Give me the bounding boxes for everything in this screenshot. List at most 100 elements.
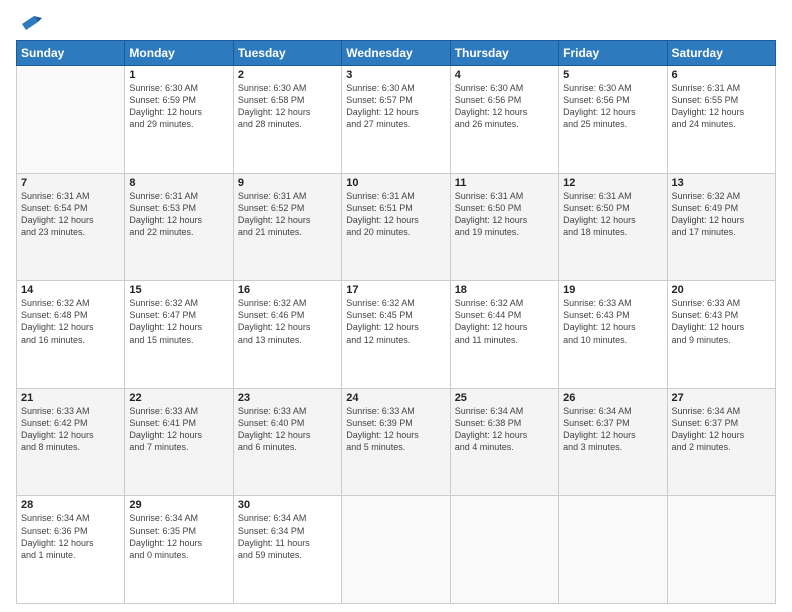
calendar-cell: 20Sunrise: 6:33 AM Sunset: 6:43 PM Dayli… — [667, 281, 775, 389]
calendar-cell: 8Sunrise: 6:31 AM Sunset: 6:53 PM Daylig… — [125, 173, 233, 281]
day-info: Sunrise: 6:34 AM Sunset: 6:38 PM Dayligh… — [455, 405, 554, 454]
logo-icon — [20, 12, 42, 34]
day-number: 11 — [455, 177, 554, 189]
calendar-cell — [667, 496, 775, 604]
calendar-cell: 14Sunrise: 6:32 AM Sunset: 6:48 PM Dayli… — [17, 281, 125, 389]
calendar-cell: 9Sunrise: 6:31 AM Sunset: 6:52 PM Daylig… — [233, 173, 341, 281]
day-info: Sunrise: 6:34 AM Sunset: 6:34 PM Dayligh… — [238, 512, 337, 561]
calendar-cell — [450, 496, 558, 604]
day-header-saturday: Saturday — [667, 41, 775, 66]
calendar-cell — [559, 496, 667, 604]
day-info: Sunrise: 6:31 AM Sunset: 6:50 PM Dayligh… — [563, 190, 662, 239]
calendar-cell: 23Sunrise: 6:33 AM Sunset: 6:40 PM Dayli… — [233, 388, 341, 496]
day-number: 4 — [455, 69, 554, 81]
day-info: Sunrise: 6:30 AM Sunset: 6:59 PM Dayligh… — [129, 82, 228, 131]
day-number: 22 — [129, 392, 228, 404]
day-header-wednesday: Wednesday — [342, 41, 450, 66]
day-number: 24 — [346, 392, 445, 404]
day-info: Sunrise: 6:31 AM Sunset: 6:54 PM Dayligh… — [21, 190, 120, 239]
day-info: Sunrise: 6:32 AM Sunset: 6:47 PM Dayligh… — [129, 297, 228, 346]
calendar-cell: 4Sunrise: 6:30 AM Sunset: 6:56 PM Daylig… — [450, 66, 558, 174]
day-number: 7 — [21, 177, 120, 189]
day-number: 8 — [129, 177, 228, 189]
day-info: Sunrise: 6:31 AM Sunset: 6:53 PM Dayligh… — [129, 190, 228, 239]
calendar-cell: 11Sunrise: 6:31 AM Sunset: 6:50 PM Dayli… — [450, 173, 558, 281]
calendar-cell: 22Sunrise: 6:33 AM Sunset: 6:41 PM Dayli… — [125, 388, 233, 496]
day-number: 15 — [129, 284, 228, 296]
day-number: 12 — [563, 177, 662, 189]
day-number: 10 — [346, 177, 445, 189]
day-header-tuesday: Tuesday — [233, 41, 341, 66]
day-info: Sunrise: 6:34 AM Sunset: 6:37 PM Dayligh… — [563, 405, 662, 454]
day-info: Sunrise: 6:33 AM Sunset: 6:42 PM Dayligh… — [21, 405, 120, 454]
day-info: Sunrise: 6:34 AM Sunset: 6:37 PM Dayligh… — [672, 405, 771, 454]
day-info: Sunrise: 6:32 AM Sunset: 6:46 PM Dayligh… — [238, 297, 337, 346]
calendar-cell: 12Sunrise: 6:31 AM Sunset: 6:50 PM Dayli… — [559, 173, 667, 281]
day-number: 20 — [672, 284, 771, 296]
calendar-cell: 6Sunrise: 6:31 AM Sunset: 6:55 PM Daylig… — [667, 66, 775, 174]
header — [16, 12, 776, 34]
day-number: 29 — [129, 499, 228, 511]
day-number: 25 — [455, 392, 554, 404]
calendar-cell: 24Sunrise: 6:33 AM Sunset: 6:39 PM Dayli… — [342, 388, 450, 496]
calendar-cell: 2Sunrise: 6:30 AM Sunset: 6:58 PM Daylig… — [233, 66, 341, 174]
day-info: Sunrise: 6:33 AM Sunset: 6:39 PM Dayligh… — [346, 405, 445, 454]
calendar-cell: 3Sunrise: 6:30 AM Sunset: 6:57 PM Daylig… — [342, 66, 450, 174]
day-info: Sunrise: 6:33 AM Sunset: 6:40 PM Dayligh… — [238, 405, 337, 454]
day-info: Sunrise: 6:34 AM Sunset: 6:35 PM Dayligh… — [129, 512, 228, 561]
calendar-cell: 28Sunrise: 6:34 AM Sunset: 6:36 PM Dayli… — [17, 496, 125, 604]
calendar-cell: 26Sunrise: 6:34 AM Sunset: 6:37 PM Dayli… — [559, 388, 667, 496]
day-number: 23 — [238, 392, 337, 404]
calendar-cell: 25Sunrise: 6:34 AM Sunset: 6:38 PM Dayli… — [450, 388, 558, 496]
calendar-cell: 21Sunrise: 6:33 AM Sunset: 6:42 PM Dayli… — [17, 388, 125, 496]
calendar-cell: 19Sunrise: 6:33 AM Sunset: 6:43 PM Dayli… — [559, 281, 667, 389]
calendar-cell: 1Sunrise: 6:30 AM Sunset: 6:59 PM Daylig… — [125, 66, 233, 174]
day-info: Sunrise: 6:32 AM Sunset: 6:44 PM Dayligh… — [455, 297, 554, 346]
day-number: 18 — [455, 284, 554, 296]
day-number: 21 — [21, 392, 120, 404]
day-number: 13 — [672, 177, 771, 189]
day-number: 2 — [238, 69, 337, 81]
calendar-cell — [342, 496, 450, 604]
day-number: 6 — [672, 69, 771, 81]
day-info: Sunrise: 6:31 AM Sunset: 6:52 PM Dayligh… — [238, 190, 337, 239]
day-number: 19 — [563, 284, 662, 296]
calendar-cell: 7Sunrise: 6:31 AM Sunset: 6:54 PM Daylig… — [17, 173, 125, 281]
day-number: 26 — [563, 392, 662, 404]
calendar-table: SundayMondayTuesdayWednesdayThursdayFrid… — [16, 40, 776, 604]
day-info: Sunrise: 6:30 AM Sunset: 6:56 PM Dayligh… — [455, 82, 554, 131]
day-info: Sunrise: 6:31 AM Sunset: 6:50 PM Dayligh… — [455, 190, 554, 239]
day-info: Sunrise: 6:32 AM Sunset: 6:49 PM Dayligh… — [672, 190, 771, 239]
day-info: Sunrise: 6:34 AM Sunset: 6:36 PM Dayligh… — [21, 512, 120, 561]
day-header-thursday: Thursday — [450, 41, 558, 66]
day-header-friday: Friday — [559, 41, 667, 66]
day-number: 1 — [129, 69, 228, 81]
calendar-cell: 15Sunrise: 6:32 AM Sunset: 6:47 PM Dayli… — [125, 281, 233, 389]
calendar-cell — [17, 66, 125, 174]
logo — [16, 12, 42, 34]
day-header-monday: Monday — [125, 41, 233, 66]
calendar-cell: 27Sunrise: 6:34 AM Sunset: 6:37 PM Dayli… — [667, 388, 775, 496]
day-info: Sunrise: 6:33 AM Sunset: 6:43 PM Dayligh… — [563, 297, 662, 346]
calendar-cell: 29Sunrise: 6:34 AM Sunset: 6:35 PM Dayli… — [125, 496, 233, 604]
day-header-sunday: Sunday — [17, 41, 125, 66]
calendar-cell: 30Sunrise: 6:34 AM Sunset: 6:34 PM Dayli… — [233, 496, 341, 604]
day-info: Sunrise: 6:30 AM Sunset: 6:57 PM Dayligh… — [346, 82, 445, 131]
day-info: Sunrise: 6:31 AM Sunset: 6:51 PM Dayligh… — [346, 190, 445, 239]
day-number: 5 — [563, 69, 662, 81]
day-number: 30 — [238, 499, 337, 511]
day-number: 28 — [21, 499, 120, 511]
calendar-cell: 18Sunrise: 6:32 AM Sunset: 6:44 PM Dayli… — [450, 281, 558, 389]
calendar-cell: 5Sunrise: 6:30 AM Sunset: 6:56 PM Daylig… — [559, 66, 667, 174]
day-number: 27 — [672, 392, 771, 404]
day-info: Sunrise: 6:33 AM Sunset: 6:43 PM Dayligh… — [672, 297, 771, 346]
day-number: 16 — [238, 284, 337, 296]
calendar-cell: 16Sunrise: 6:32 AM Sunset: 6:46 PM Dayli… — [233, 281, 341, 389]
day-info: Sunrise: 6:31 AM Sunset: 6:55 PM Dayligh… — [672, 82, 771, 131]
day-info: Sunrise: 6:30 AM Sunset: 6:58 PM Dayligh… — [238, 82, 337, 131]
calendar-cell: 13Sunrise: 6:32 AM Sunset: 6:49 PM Dayli… — [667, 173, 775, 281]
day-number: 17 — [346, 284, 445, 296]
page: SundayMondayTuesdayWednesdayThursdayFrid… — [0, 0, 792, 612]
calendar-cell: 17Sunrise: 6:32 AM Sunset: 6:45 PM Dayli… — [342, 281, 450, 389]
day-number: 14 — [21, 284, 120, 296]
